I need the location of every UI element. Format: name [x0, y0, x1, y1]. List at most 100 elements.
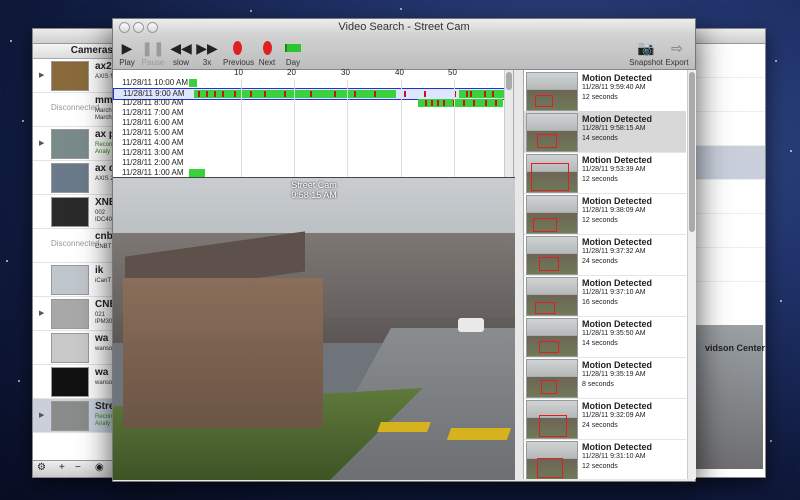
timeline[interactable]: 10 20 30 40 50 11/28/11 10:00 AM 11/28/11 9:0… — [113, 68, 514, 177]
motion-event-item[interactable]: Motion Detected 11/28/11 9:35:19 AM 8 seco… — [524, 357, 686, 399]
motion-event-marker[interactable] — [495, 100, 497, 106]
motion-event-marker[interactable] — [492, 91, 494, 97]
cameras-header: Cameras — [33, 44, 117, 59]
zoom-button[interactable] — [147, 22, 158, 33]
camera-row[interactable]: Disconnected cnb CNBT — [33, 229, 117, 263]
motion-event-marker[interactable] — [206, 91, 208, 97]
motion-event-item[interactable]: Motion Detected 11/28/11 9:53:39 AM 12 sec… — [524, 152, 686, 194]
motion-event-marker[interactable] — [473, 100, 475, 106]
recording-segment[interactable] — [189, 79, 197, 87]
day-button[interactable]: Day — [279, 38, 307, 67]
timeline-row[interactable]: 11/28/11 2:00 AM — [113, 158, 505, 168]
list-item — [687, 112, 765, 146]
timeline-hour-label: 11/28/11 6:00 AM — [122, 118, 184, 127]
disclosure-triangle-icon[interactable]: ▶ — [39, 71, 44, 79]
motion-event-marker[interactable] — [485, 100, 487, 106]
camera-row[interactable]: ax c AXIS 2 — [33, 161, 117, 195]
motion-event-marker[interactable] — [250, 91, 252, 97]
timeline-row[interactable]: 11/28/11 8:00 AM — [113, 98, 505, 108]
recording-segment[interactable] — [189, 169, 205, 177]
camera-row[interactable]: wa wanso — [33, 365, 117, 399]
timeline-row[interactable]: 11/28/11 4:00 AM — [113, 138, 505, 148]
camera-row[interactable]: XNE 002 IDC40 — [33, 195, 117, 229]
minimize-button[interactable] — [133, 22, 144, 33]
gear-icon[interactable]: ⚙ — [37, 462, 46, 473]
motion-event-marker[interactable] — [431, 100, 433, 106]
rewind-icon: ◀◀ — [170, 39, 192, 56]
disclosure-triangle-icon[interactable]: ▶ — [39, 309, 44, 317]
motion-event-item[interactable]: Motion Detected 11/28/11 9:32:09 AM 24 sec… — [524, 398, 686, 440]
timeline-gridline — [401, 80, 402, 177]
motion-event-item[interactable]: Motion Detected 11/28/11 9:59:40 AM 12 sec… — [524, 70, 686, 112]
camera-detail: March — [95, 108, 112, 114]
motion-event-marker[interactable] — [374, 91, 376, 97]
camera-row[interactable]: ik iCanT — [33, 263, 117, 297]
motion-event-item[interactable]: Motion Detected 11/28/11 9:37:10 AM 16 sec… — [524, 275, 686, 317]
cameras-titlebar — [33, 29, 117, 44]
timeline-row[interactable]: 11/28/11 7:00 AM — [113, 108, 505, 118]
camera-row[interactable]: ▶ CNB 021 IPM30 — [33, 297, 117, 331]
disclosure-triangle-icon[interactable]: ▶ — [39, 411, 44, 419]
motion-event-marker[interactable] — [284, 91, 286, 97]
fast-button[interactable]: ▶▶ 3x — [193, 38, 221, 68]
motion-timestamp: 11/28/11 9:35:50 AM — [582, 330, 646, 337]
disclosure-triangle-icon[interactable]: ▶ — [39, 139, 44, 147]
motion-event-marker[interactable] — [310, 91, 312, 97]
recording-segment[interactable] — [194, 90, 396, 98]
timeline-hour-label: 11/28/11 3:00 AM — [122, 148, 184, 157]
motion-event-marker[interactable] — [443, 100, 445, 106]
camera-row[interactable]: ▶ ax p Recon Analy — [33, 127, 117, 161]
motion-thumbnail — [526, 400, 578, 439]
remove-camera-button[interactable]: − — [75, 462, 81, 473]
motion-thumbnail — [526, 72, 578, 111]
motion-event-marker[interactable] — [463, 100, 465, 106]
video-view[interactable]: Street Cam 9:58:15 AM — [113, 177, 515, 480]
motion-event-marker[interactable] — [354, 91, 356, 97]
motion-event-marker[interactable] — [334, 91, 336, 97]
motion-event-marker[interactable] — [234, 91, 236, 97]
timeline-gridline — [294, 80, 295, 177]
timeline-scrollbar[interactable] — [504, 70, 513, 177]
motion-event-item[interactable]: Motion Detected 11/28/11 9:37:32 AM 24 sec… — [524, 234, 686, 276]
camera-detail: wanso — [95, 380, 113, 386]
motion-event-marker[interactable] — [425, 100, 427, 106]
camera-row[interactable]: ▶ Stre Recon Analy — [33, 399, 117, 433]
timeline-tick: 50 — [448, 68, 457, 77]
add-camera-button[interactable]: + — [59, 462, 65, 473]
motion-list-scrollbar[interactable] — [687, 70, 696, 479]
export-button[interactable]: ⇨ Export — [663, 38, 691, 68]
motion-event-marker[interactable] — [404, 91, 406, 97]
motion-event-marker[interactable] — [466, 91, 468, 97]
motion-event-marker[interactable] — [264, 91, 266, 97]
fast-forward-icon: ▶▶ — [196, 39, 218, 56]
motion-event-marker[interactable] — [437, 100, 439, 106]
timeline-row[interactable]: 11/28/11 10:00 AM — [113, 78, 505, 88]
motion-event-marker[interactable] — [484, 91, 486, 97]
next-button[interactable]: Next — [253, 38, 281, 67]
close-button[interactable] — [119, 22, 130, 33]
toolbar: ▶ Play ❚❚ Pause ◀◀ slow ▶▶ 3x Previous N… — [113, 35, 695, 70]
motion-event-marker[interactable] — [424, 91, 426, 97]
motion-event-marker[interactable] — [214, 91, 216, 97]
eye-icon[interactable]: ◉ — [95, 462, 104, 473]
motion-event-item[interactable]: Motion Detected 11/28/11 9:35:50 AM 14 sec… — [524, 316, 686, 358]
snapshot-button[interactable]: 📷 Snapshot — [627, 38, 665, 68]
play-button[interactable]: ▶ Play — [113, 38, 141, 68]
camera-row[interactable]: ▶ ax2 AXIS M — [33, 59, 117, 93]
export-label: Export — [665, 58, 689, 67]
timeline-row[interactable]: 11/28/11 3:00 AM — [113, 148, 505, 158]
previous-button[interactable]: Previous — [223, 38, 254, 67]
motion-event-item[interactable]: Motion Detected 11/28/11 9:58:15 AM 14 sec… — [524, 111, 686, 153]
motion-duration: 16 seconds — [582, 299, 618, 306]
camera-row[interactable]: Disconnected mm March March — [33, 93, 117, 127]
timeline-row[interactable]: 11/28/11 5:00 AM — [113, 128, 505, 138]
motion-event-item[interactable]: Motion Detected 11/28/11 9:38:09 AM 12 sec… — [524, 193, 686, 235]
slow-button[interactable]: ◀◀ slow — [167, 38, 195, 68]
camera-row[interactable]: wa wanso — [33, 331, 117, 365]
pause-button[interactable]: ❚❚ Pause — [139, 38, 167, 68]
timeline-row[interactable]: 11/28/11 6:00 AM — [113, 118, 505, 128]
motion-event-marker[interactable] — [222, 91, 224, 97]
motion-event-marker[interactable] — [198, 91, 200, 97]
motion-event-item[interactable]: Motion Detected 11/28/11 9:31:10 AM 12 sec… — [524, 439, 686, 479]
motion-event-marker[interactable] — [470, 91, 472, 97]
